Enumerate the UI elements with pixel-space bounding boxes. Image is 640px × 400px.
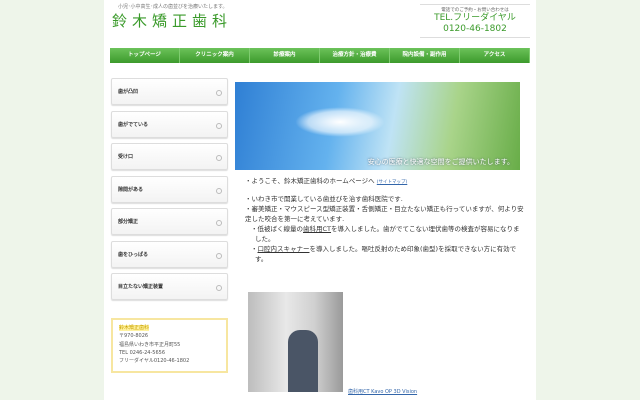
sidebar-item[interactable]: 目立たない矯正装置 bbox=[111, 273, 228, 300]
zip: 〒970-8026 bbox=[119, 333, 149, 340]
free-dial: フリーダイヤル0120-46-1802 bbox=[119, 358, 190, 365]
scanner-link[interactable]: 口腔内スキャナー bbox=[258, 245, 310, 253]
clinic-name: 鈴木矯正歯科 bbox=[119, 325, 150, 331]
nav-treatment[interactable]: 診療案内 bbox=[250, 48, 320, 63]
ct-link[interactable]: 歯科用CT bbox=[303, 225, 331, 233]
phone: TEL 0246-24-5656 bbox=[119, 349, 166, 356]
photo-caption-link[interactable]: 歯科用CT Kavo OP 3D Vision bbox=[348, 388, 417, 395]
tagline: 小児･小中高生･成人の歯並びを治療いたします。 bbox=[118, 4, 228, 10]
sidebar: 歯が凸凹 歯がでている 受け口 隙間がある 部分矯正 歯をひっぱる 目立たない矯… bbox=[111, 78, 228, 306]
sidebar-item[interactable]: 受け口 bbox=[111, 143, 228, 170]
nav-policy[interactable]: 治療方針・治療費 bbox=[320, 48, 390, 63]
sidebar-item[interactable]: 歯が凸凹 bbox=[111, 78, 228, 105]
welcome-text: ・ようこそ、鈴木矯正歯科のホームページへ bbox=[245, 177, 375, 185]
nav-clinic[interactable]: クリニック案内 bbox=[180, 48, 250, 63]
sidebar-item[interactable]: 隙間がある bbox=[111, 175, 228, 203]
sidebar-item[interactable]: 歯をひっぱる bbox=[111, 240, 228, 268]
nav-access[interactable]: アクセス bbox=[460, 48, 530, 63]
hero-caption: 安心の医療と快適な空間をご提供いたします。 bbox=[367, 158, 514, 166]
tel-box: 電話でのご予約・お問い合わせは TEL.フリーダイヤル 0120-46-1802 bbox=[420, 4, 530, 38]
main-content: ・ようこそ、鈴木矯正歯科のホームページへ (サイトマップ) ・いわき市で開業して… bbox=[245, 177, 524, 263]
sidebar-item[interactable]: 部分矯正 bbox=[111, 208, 228, 235]
intro-line: ・いわき市で開業している歯並びを治す歯科医院です. bbox=[245, 195, 403, 203]
person-figure bbox=[288, 330, 318, 392]
nav-facilities[interactable]: 院内設備・副作用 bbox=[390, 48, 460, 63]
main-nav: トップページ クリニック案内 診療案内 治療方針・治療費 院内設備・副作用 アク… bbox=[110, 48, 530, 63]
address-box: 鈴木矯正歯科 〒970-8026 福島県いわき市平正月町55 TEL 0246-… bbox=[111, 318, 228, 373]
tel-number: 0120-46-1802 bbox=[443, 24, 507, 34]
nav-top[interactable]: トップページ bbox=[110, 48, 180, 63]
cloud-graphic bbox=[295, 107, 385, 137]
hero-image: 安心の医療と快適な空間をご提供いたします。 bbox=[235, 82, 520, 170]
address: 福島県いわき市平正月町55 bbox=[119, 341, 181, 348]
ct-photo bbox=[248, 292, 343, 392]
tel-label: TEL.フリーダイヤル bbox=[434, 13, 516, 23]
ct-text: ・低被ばく線量の bbox=[251, 225, 303, 233]
logo[interactable]: 鈴木矯正歯科 bbox=[112, 10, 232, 31]
treatment-line: ・審美矯正・マウスピース型矯正装置・舌側矯正・目立たない矯正も行っていますが、何… bbox=[245, 205, 524, 223]
sitemap-link[interactable]: (サイトマップ) bbox=[377, 180, 408, 185]
sidebar-item[interactable]: 歯がでている bbox=[111, 110, 228, 138]
